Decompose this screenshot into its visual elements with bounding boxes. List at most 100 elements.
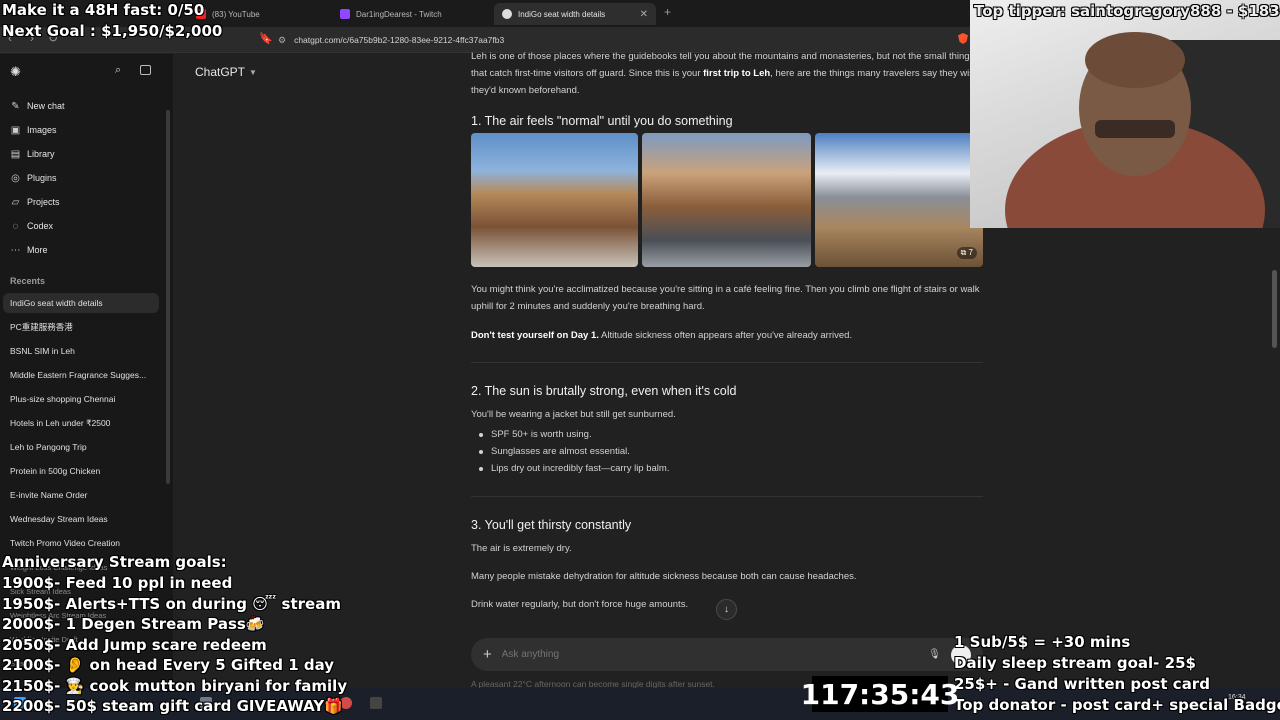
subathon-timer: 117:35:43	[800, 676, 960, 712]
sidebar-item-projects[interactable]: ▱ Projects	[10, 193, 60, 211]
openai-logo-icon[interactable]: ✺	[10, 64, 21, 80]
sidebar-item-label: Codex	[27, 221, 54, 231]
twitch-icon	[340, 9, 350, 19]
codex-icon: ◌	[12, 220, 19, 232]
section-3-heading: 3. You'll get thirsty constantly	[471, 518, 632, 532]
goal-item: 1950$- Alerts+TTS on during 😴 stream	[2, 594, 341, 613]
intro-paragraph: Leh is one of those places where the gui…	[471, 48, 983, 99]
sidebar-item-images[interactable]: ▣ Images	[10, 121, 57, 139]
new-tab-button[interactable]: +	[664, 5, 671, 19]
microphone-icon[interactable]: 🎙	[928, 649, 941, 660]
recent-chat-item[interactable]: Hotels in Leh under ₹2500	[3, 413, 159, 433]
list-item: SPF 50+ is worth using.	[471, 426, 983, 443]
arrow-down-icon: ↓	[724, 604, 729, 615]
recent-chat-item[interactable]: Middle Eastern Fragrance Sugges...	[3, 365, 159, 385]
goal-item: 2150$- 👨‍🍳 cook mutton biryani for famil…	[2, 676, 348, 695]
image-count: 7	[968, 248, 973, 257]
images-icon: ▣	[10, 124, 21, 136]
recent-chat-item[interactable]: Plus-size shopping Chennai	[3, 389, 159, 409]
section-2-paragraph: You'll be wearing a jacket but still get…	[471, 409, 676, 420]
sub-rule-item: Daily sleep stream goal- 25$	[954, 654, 1196, 672]
sidebar-item-plugins[interactable]: ◎ Plugins	[10, 169, 57, 187]
fast-goal-overlay: Make it a 48H fast: 0/50	[2, 1, 205, 19]
epic-games-icon[interactable]	[370, 697, 382, 709]
sidebar-header: ✺ ⌕	[10, 64, 155, 80]
leh-market-image-2[interactable]	[642, 133, 811, 267]
recent-chat-item[interactable]: PC重建服務香港	[3, 317, 159, 337]
section-2-list: SPF 50+ is worth using. Sunglasses are al…	[471, 426, 983, 477]
model-label: ChatGPT	[195, 65, 246, 79]
streamer-webcam-image	[1005, 32, 1280, 228]
sidebar-item-label: Images	[27, 125, 57, 135]
recent-chat-item[interactable]: Protein in 500g Chicken	[3, 461, 159, 481]
section-1-heading: 1. The air feels "normal" until you do s…	[471, 114, 733, 128]
sidebar-item-library[interactable]: ▤ Library	[10, 145, 55, 163]
list-item: Lips dry out incredibly fast—carry lip b…	[471, 460, 983, 477]
leh-mountain-image[interactable]: ⧉ 7	[815, 133, 983, 267]
plugins-icon: ◎	[11, 172, 20, 184]
intro-bold: first trip to Leh	[703, 68, 771, 79]
close-tab-icon[interactable]: ✕	[640, 9, 648, 20]
goal-item: 2050$- Add Jump scare redeem	[2, 635, 267, 654]
library-icon: ▤	[10, 148, 21, 160]
section-1-text: Altitude sickness often appears after yo…	[598, 330, 853, 341]
goal-item: 2200$- 50$ steam gift card GIVEAWAY🎁	[2, 697, 343, 715]
model-selector[interactable]: ChatGPT ▼	[195, 65, 257, 79]
sub-rule-item: Top donator - post card+ special Badge	[954, 696, 1280, 714]
goals-title: Anniversary Stream goals:	[2, 553, 227, 571]
divider	[471, 496, 983, 497]
more-icon: ⋯	[10, 244, 21, 256]
sidebar-item-label: Library	[27, 149, 55, 159]
goal-item: 2100$- 👂 on head Every 5 Gifted 1 day	[2, 656, 335, 674]
sidebar-item-label: Plugins	[27, 173, 57, 183]
sidebar-item-codex[interactable]: ◌ Codex	[10, 217, 54, 235]
recent-chat-item[interactable]: IndiGo seat width details	[3, 293, 159, 313]
sidebar-scrollbar[interactable]	[166, 110, 170, 484]
chatgpt-icon	[502, 9, 512, 19]
plus-icon[interactable]: +	[483, 646, 492, 663]
tab-twitch[interactable]: Dar1ingDearest - Twitch	[332, 3, 490, 25]
recent-chat-item[interactable]: BSNL SIM in Leh	[3, 341, 159, 361]
tab-label: Dar1ingDearest - Twitch	[356, 9, 442, 19]
sidebar: ✺ ⌕ ✎ New chat ▣ Images ▤ Library ◎ Plugins ▱ Pro…	[0, 54, 173, 688]
section-1-paragraph-2: Don't test yourself on Day 1. Altitude s…	[471, 327, 983, 344]
top-tipper-overlay: Top tipper: saintogregory888 - $1836	[974, 2, 1280, 20]
section-1-bold: Don't test yourself on Day 1.	[471, 330, 599, 341]
tab-label: IndiGo seat width details	[518, 9, 606, 19]
tab-chatgpt[interactable]: IndiGo seat width details ✕	[494, 3, 656, 25]
main-scrollbar[interactable]	[1272, 270, 1277, 348]
folder-icon: ▱	[11, 196, 20, 208]
search-icon[interactable]: ⌕	[115, 64, 121, 77]
chat-input[interactable]	[501, 649, 919, 660]
sidebar-item-more[interactable]: ⋯ More	[10, 241, 48, 259]
section-2-heading: 2. The sun is brutally strong, even when…	[471, 384, 737, 398]
divider	[471, 362, 983, 363]
sidebar-toggle-icon[interactable]	[140, 65, 151, 75]
tab-label: (83) YouTube	[212, 9, 260, 19]
sidebar-item-label: Projects	[27, 197, 60, 207]
url-text: chatgpt.com/c/6a75b9b2-1280-83ee-9212-4f…	[294, 35, 505, 45]
edit-icon: ✎	[11, 100, 20, 112]
sidebar-item-label: More	[27, 245, 48, 255]
next-goal-overlay: Next Goal : $1,950/$2,000	[2, 22, 223, 40]
sidebar-item-label: New chat	[27, 101, 65, 111]
list-item: Sunglasses are almost essential.	[471, 443, 983, 460]
recent-chat-item[interactable]: E-invite Name Order	[3, 485, 159, 505]
recent-chat-item[interactable]: Leh to Pangong Trip	[3, 437, 159, 457]
recent-chat-item[interactable]: Wednesday Stream Ideas	[3, 509, 159, 529]
goal-item: 1900$- Feed 10 ppl in need	[2, 574, 233, 592]
chevron-down-icon: ▼	[249, 67, 257, 77]
url-field[interactable]: ⚙ chatgpt.com/c/6a75b9b2-1280-83ee-9212-…	[278, 31, 978, 49]
recent-chat-item[interactable]: Twitch Promo Video Creation	[3, 533, 159, 553]
image-count-badge: ⧉ 7	[956, 247, 977, 259]
webcam-feed	[970, 0, 1280, 228]
section-1-paragraph-1: You might think you're acclimatized beca…	[471, 284, 980, 312]
sidebar-item-new-chat[interactable]: ✎ New chat	[10, 97, 65, 115]
leh-market-image-1[interactable]	[471, 133, 638, 267]
section-3-paragraph-1: The air is extremely dry.	[471, 543, 572, 554]
bookmark-icon[interactable]: 🔖	[259, 32, 273, 45]
composer[interactable]: + 🎙	[471, 638, 983, 671]
sub-rule-item: 25$+ - Gand written post card	[954, 675, 1210, 693]
scroll-down-button[interactable]: ↓	[716, 599, 737, 620]
site-info-icon[interactable]: ⚙	[278, 35, 286, 46]
